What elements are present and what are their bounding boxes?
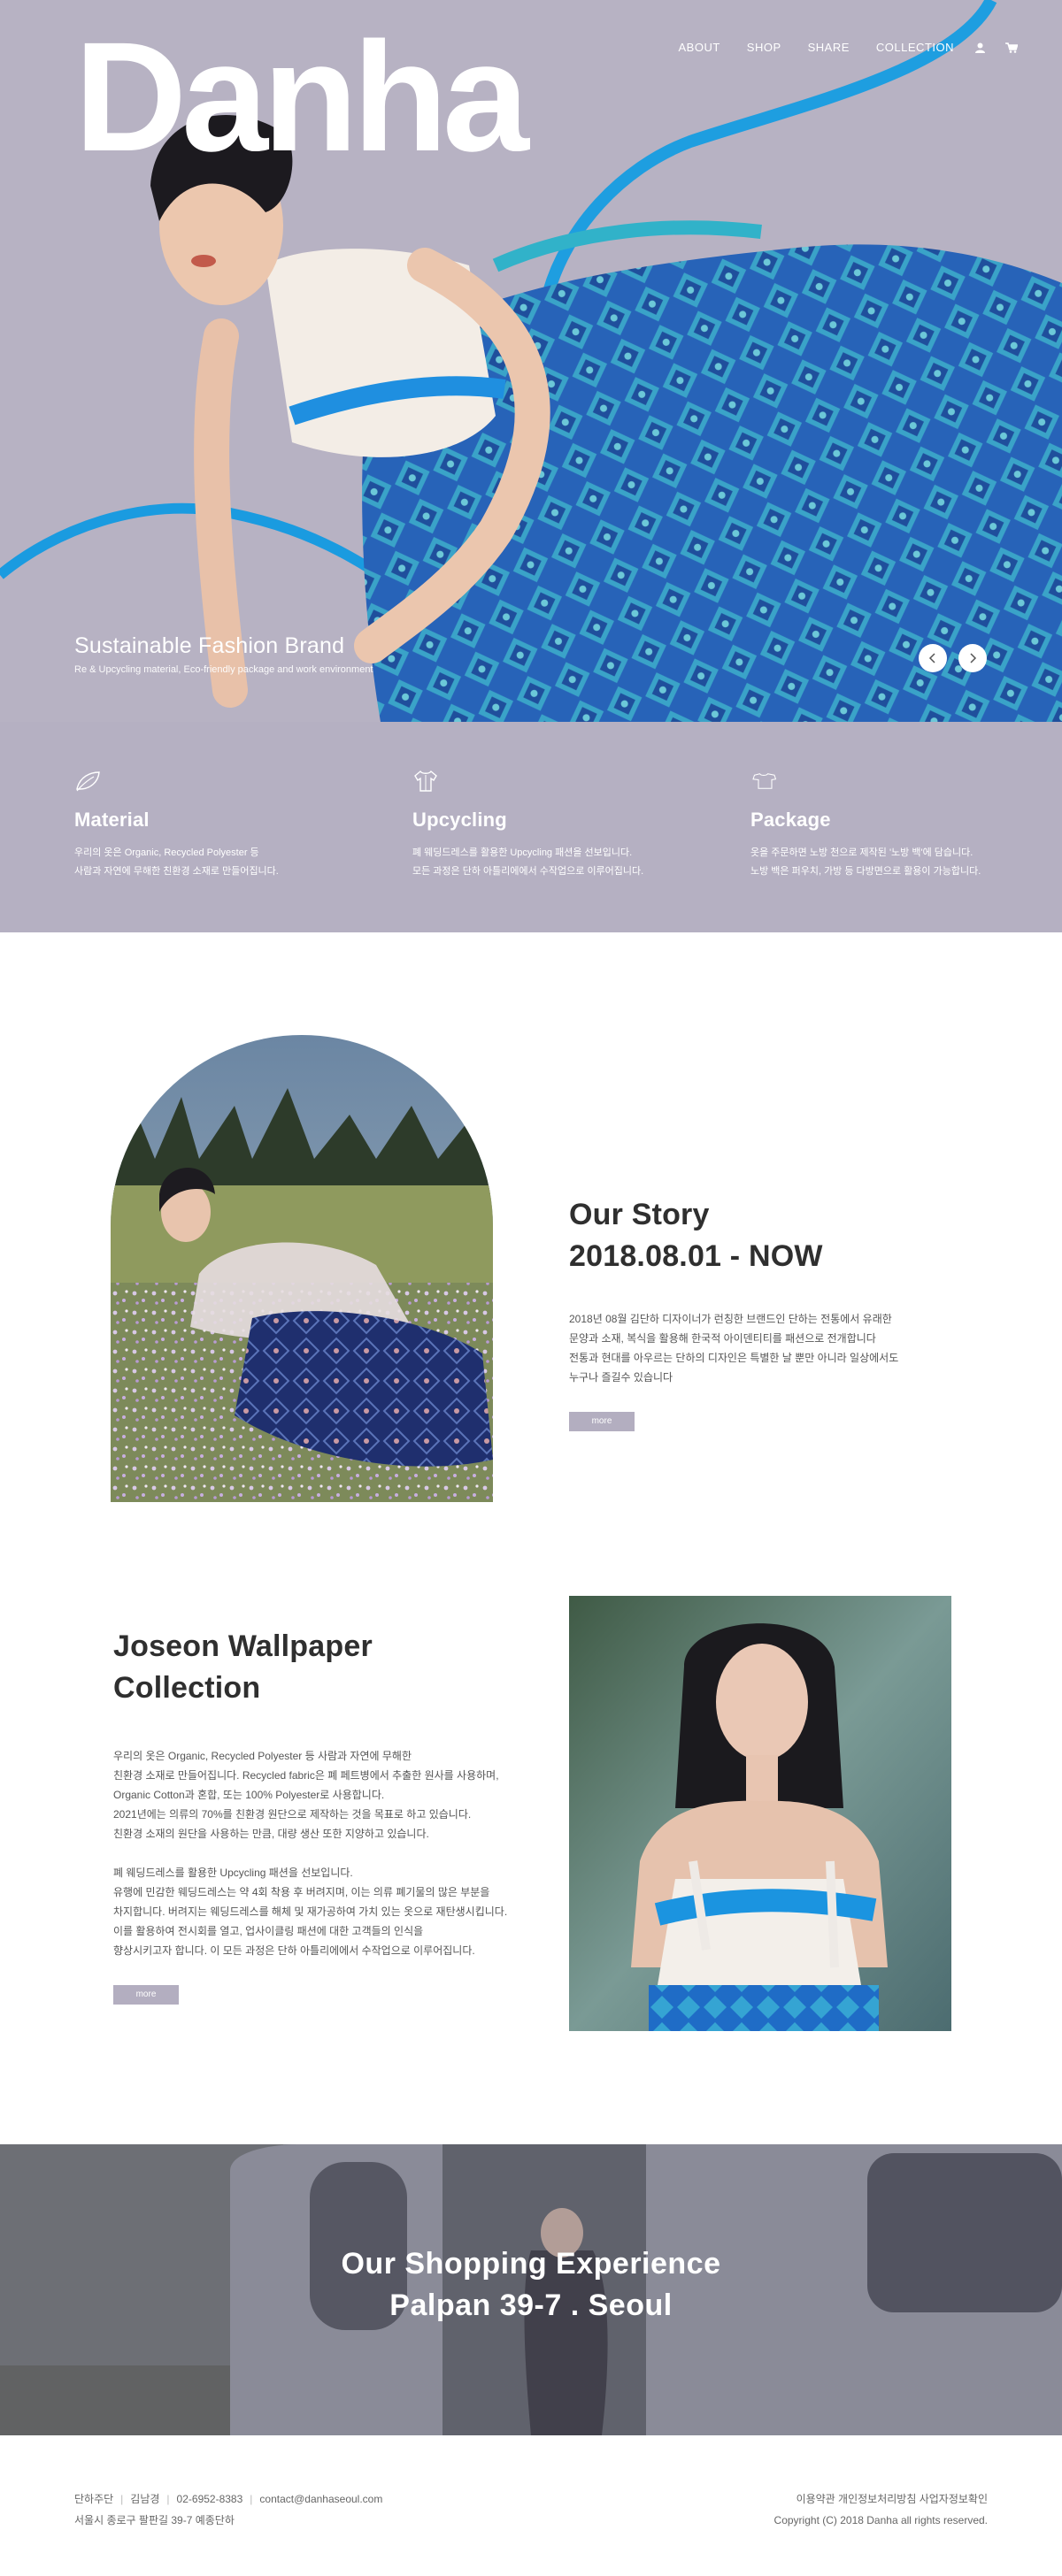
feature-text-line: 옷을 주문하면 노방 천으로 제작된 '노방 백'에 담습니다. xyxy=(750,847,974,858)
shopping-location: Palpan 39-7 . Seoul xyxy=(389,2288,673,2322)
collection-photo xyxy=(569,1596,951,2031)
cart-icon[interactable] xyxy=(1005,42,1018,54)
features-section: Material 우리의 옷은 Organic, Recycled Polyes… xyxy=(0,722,1062,932)
story-title-line: Our Story xyxy=(569,1198,710,1231)
feature-text: 우리의 옷은 Organic, Recycled Polyester 등 사람과… xyxy=(74,844,375,881)
story-text-line: 전통과 현대를 아우르는 단하의 디자인은 특별한 날 뿐만 아니라 일상에서도 xyxy=(569,1352,899,1364)
feature-text: 옷을 주문하면 노방 천으로 제작된 '노방 백'에 담습니다. 노방 백은 퍼… xyxy=(750,844,1051,881)
hero-caption: Sustainable Fashion Brand Re & Upcycling… xyxy=(74,633,373,675)
story-text-line: 누구나 즐길수 있습니다 xyxy=(569,1371,673,1384)
tshirt-outline-icon xyxy=(752,773,777,789)
collection-text-line: 이를 활용하여 전시회를 열고, 업사이클링 패션에 대한 고객들의 인식을 xyxy=(113,1925,424,1937)
feature-text-line: 폐 웨딩드레스를 활용한 Upcycling 패션을 선보입니다. xyxy=(412,847,633,858)
hero-title: Sustainable Fashion Brand xyxy=(74,633,345,658)
collection-text-line: 향상시키고자 합니다. 이 모든 과정은 단하 아틀리에에서 수작업으로 이루어… xyxy=(113,1944,475,1957)
hero-section: Danha ABOUT SHOP SHARE COLLECTION Sustai… xyxy=(0,0,1062,722)
footer-phone: 02-6952-8383 xyxy=(176,2493,243,2505)
footer-address: 서울시 종로구 팔판길 39-7 예종단하 xyxy=(74,2514,235,2526)
footer-legal: 이용약관 개인정보처리방침 사업자정보확인 Copyright (C) 2018… xyxy=(774,2488,988,2531)
collection-title: Joseon Wallpaper Collection xyxy=(113,1626,538,1709)
story-more-button[interactable]: more xyxy=(569,1412,635,1431)
feature-text-line: 노방 백은 퍼우치, 가방 등 다방면으로 활용이 가능합니다. xyxy=(750,866,981,877)
collection-text-line: 친환경 소재로 만들어집니다. Recycled fabric은 폐 페트병에서… xyxy=(113,1769,499,1782)
footer-links[interactable]: 이용약관 개인정보처리방침 사업자정보확인 xyxy=(774,2488,988,2510)
chevron-left-icon xyxy=(928,653,935,663)
feature-title: Upcycling xyxy=(412,809,507,831)
feature-title: Package xyxy=(750,809,831,831)
footer-company-info: 단하주단 | 김남경 | 02-6952-8383 | contact@danhaseoul… xyxy=(74,2488,382,2531)
story-text-line: 2018년 08월 김단하 디자이너가 런칭한 브랜드인 단하는 전통에서 유래… xyxy=(569,1313,892,1325)
footer-contact-row: 단하주단 | 김남경 | 02-6952-8383 | contact@danhaseoul… xyxy=(74,2493,383,2505)
user-icon[interactable] xyxy=(974,42,986,54)
story-date: 2018.08.01 - NOW xyxy=(569,1239,823,1273)
collection-text-line: 우리의 옷은 Organic, Recycled Polyester 등 사람과… xyxy=(113,1750,412,1762)
feature-text-line: 모든 과정은 단하 아틀리에에서 수작업으로 이루어집니다. xyxy=(412,866,644,877)
story-text-line: 문양과 소재, 복식을 활용해 한국적 아이덴티티를 패션으로 전개합니다 xyxy=(569,1332,876,1345)
footer-ceo: 김남경 xyxy=(130,2493,160,2505)
feature-text-line: 사람과 자연에 무해한 친환경 소재로 만들어집니다. xyxy=(74,866,279,877)
feature-package: Package 옷을 주문하면 노방 천으로 제작된 '노방 백'에 담습니다.… xyxy=(750,770,1051,881)
collection-text-line: 2021년에는 의류의 70%를 친환경 원단으로 제작하는 것을 목표로 하고… xyxy=(113,1808,472,1821)
collection-title-line: Collection xyxy=(113,1671,261,1705)
collection-text-line: 차지합니다. 버려지는 웨딩드레스를 해체 및 재가공하여 가치 있는 옷으로 … xyxy=(113,1905,508,1918)
footer-copyright: Copyright (C) 2018 Danha all rights rese… xyxy=(773,2514,988,2526)
story-photo xyxy=(111,1035,493,1502)
collection-block: Joseon Wallpaper Collection 우리의 옷은 Organ… xyxy=(113,1626,538,2005)
shopping-section: Our Shopping Experience Palpan 39-7 . Se… xyxy=(0,2144,1062,2435)
collection-more-button[interactable]: more xyxy=(113,1985,179,2005)
chevron-right-icon xyxy=(970,653,977,663)
collection-text: 우리의 옷은 Organic, Recycled Polyester 등 사람과… xyxy=(113,1746,538,1960)
collection-text-line: 유행에 민감한 웨딩드레스는 약 4회 착용 후 버려지며, 이는 의류 폐기물… xyxy=(113,1886,490,1898)
footer-email[interactable]: contact@danhaseoul.com xyxy=(259,2493,382,2505)
feature-material: Material 우리의 옷은 Organic, Recycled Polyes… xyxy=(74,770,375,881)
slider-prev-button[interactable] xyxy=(919,644,947,672)
leaf-icon xyxy=(76,771,100,792)
collection-title-line: Joseon Wallpaper xyxy=(113,1629,373,1663)
feature-text: 폐 웨딩드레스를 활용한 Upcycling 패션을 선보입니다. 모든 과정은… xyxy=(412,844,713,881)
nav-collection[interactable]: COLLECTION xyxy=(876,41,954,54)
footer: 단하주단 | 김남경 | 02-6952-8383 | contact@danhaseoul… xyxy=(0,2435,1062,2576)
slider-next-button[interactable] xyxy=(958,644,987,672)
collection-text-line: 친환경 소재의 원단을 사용하는 만큼, 대량 생산 또한 지양하고 있습니다. xyxy=(113,1828,429,1840)
story-block: Our Story 2018.08.01 - NOW 2018년 08월 김단하… xyxy=(569,1194,941,1431)
story-title: Our Story 2018.08.01 - NOW xyxy=(569,1194,941,1277)
brand-logo[interactable]: Danha xyxy=(74,19,529,175)
shopping-title: Our Shopping Experience xyxy=(341,2247,721,2281)
nav-share[interactable]: SHARE xyxy=(808,41,850,54)
feature-text-line: 우리의 옷은 Organic, Recycled Polyester 등 xyxy=(74,847,259,858)
footer-company: 단하주단 xyxy=(74,2493,114,2505)
story-text: 2018년 08월 김단하 디자이너가 런칭한 브랜드인 단하는 전통에서 유래… xyxy=(569,1309,941,1387)
hero-subtitle: Re & Upcycling material, Eco-friendly pa… xyxy=(74,664,373,675)
feature-title: Material xyxy=(74,809,150,831)
nav-shop[interactable]: SHOP xyxy=(747,41,781,54)
nav-about[interactable]: ABOUT xyxy=(678,41,720,54)
collection-text-line: Organic Cotton과 혼합, 또는 100% Polyester로 사… xyxy=(113,1789,385,1801)
shirt-icon xyxy=(414,770,437,792)
collection-text-line: 폐 웨딩드레스를 활용한 Upcycling 패션을 선보입니다. xyxy=(113,1867,353,1879)
main-nav: ABOUT SHOP SHARE COLLECTION xyxy=(651,41,1018,54)
feature-upcycling: Upcycling 폐 웨딩드레스를 활용한 Upcycling 패션을 선보입… xyxy=(412,770,713,881)
